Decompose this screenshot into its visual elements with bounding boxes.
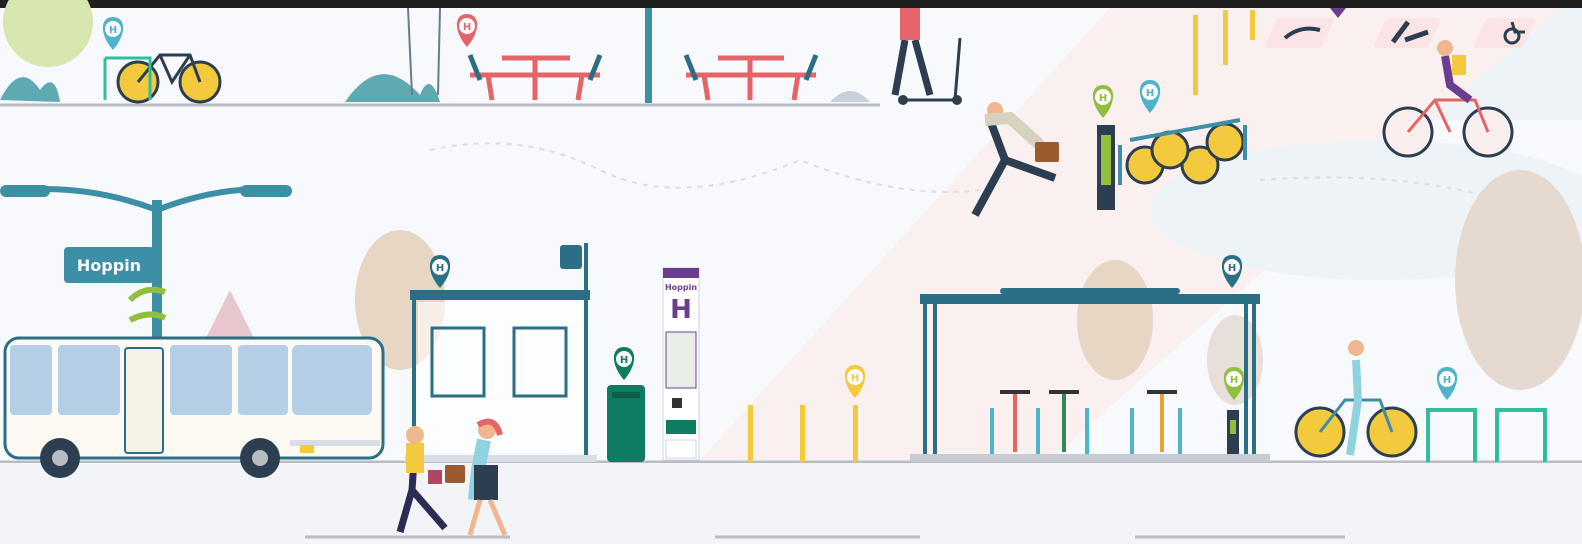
pin-glyph: H [109, 25, 117, 36]
pin-glyph: H [463, 22, 471, 33]
pin-glyph: H [436, 263, 444, 274]
svg-text:H: H [670, 295, 692, 325]
pole-top [645, 8, 652, 103]
hoppin-sign: Hoppin [64, 247, 154, 283]
pin-glyph: H [1099, 93, 1107, 104]
hoppin-totem: Hoppin H [662, 267, 700, 461]
pin-glyph: H [1443, 375, 1451, 386]
bus-icon [3, 336, 385, 478]
pin-glyph: H [620, 355, 628, 366]
sidewalk [0, 463, 1582, 544]
tree-behind-bike-shelter [1077, 260, 1153, 380]
pin-glyph: H [1230, 375, 1238, 386]
mobility-hub-illustration: Hoppin Hoppin H H H H H H H H H H H [0, 0, 1582, 544]
waste-bin [607, 385, 645, 462]
pin-glyph: H [1228, 263, 1236, 274]
pin-glyph: H [851, 373, 859, 384]
svg-text:Hoppin: Hoppin [665, 283, 697, 292]
scene-canvas: Hoppin Hoppin H H HHHHHH HH H [0, 0, 1582, 544]
svg-text:Hoppin: Hoppin [77, 256, 141, 275]
pin-glyph: H [1146, 88, 1154, 99]
tree-right [1455, 170, 1582, 390]
